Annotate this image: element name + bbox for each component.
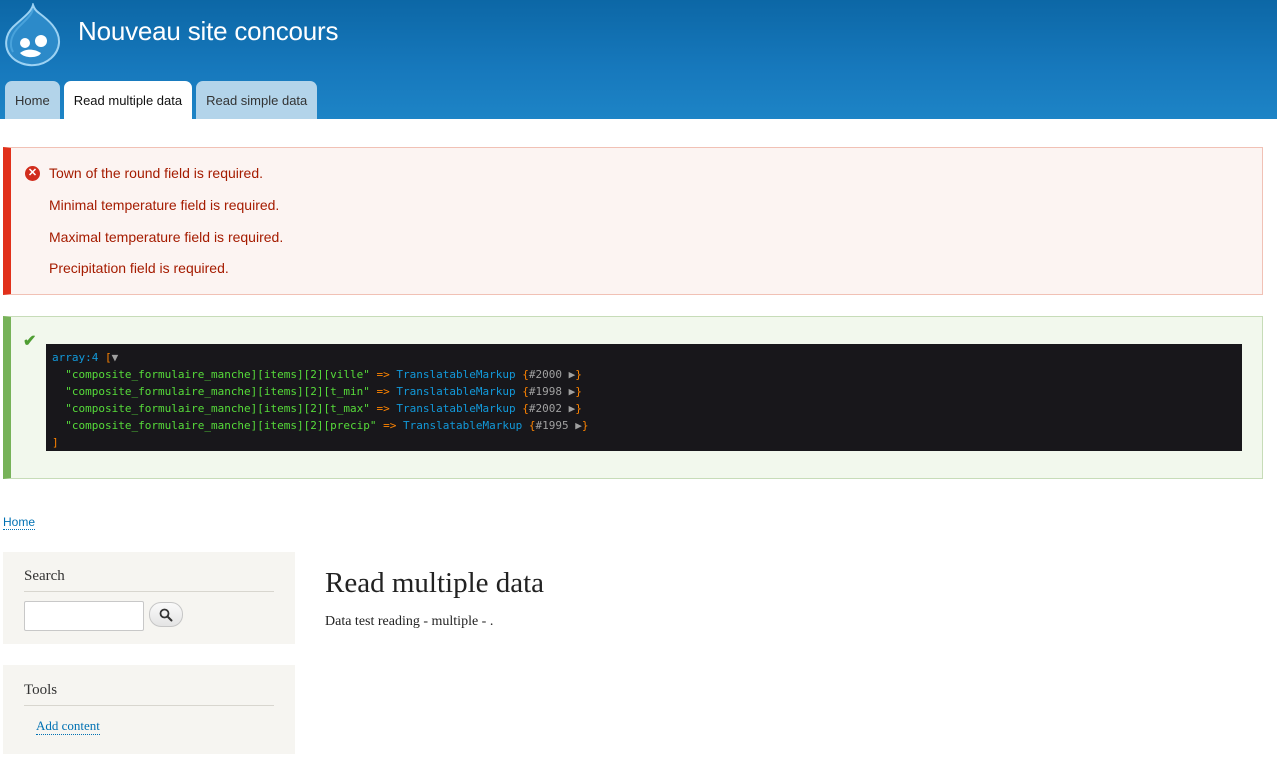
- tab-home[interactable]: Home: [5, 81, 60, 119]
- tools-block-title: Tools: [24, 682, 274, 706]
- dump-row-arrow: =>: [376, 385, 390, 398]
- error-message-item: Town of the round field is required.: [49, 165, 264, 181]
- dump-expand-icon[interactable]: ▶: [575, 419, 582, 432]
- dump-row-key: "composite_formulaire_manche][items][2][…: [65, 368, 370, 381]
- dump-type: array:4: [52, 351, 99, 364]
- error-circle-icon: ✕: [25, 166, 40, 181]
- search-block-title: Search: [24, 568, 274, 592]
- search-icon: [159, 608, 173, 621]
- site-name[interactable]: Nouveau site concours: [78, 16, 338, 47]
- dump-expand-icon[interactable]: ▶: [569, 368, 576, 381]
- dump-close-bracket: ]: [52, 436, 59, 449]
- dump-row-class: TranslatableMarkup: [396, 368, 516, 381]
- tools-block: Tools Add content: [3, 665, 295, 754]
- page-title: Read multiple data: [325, 567, 545, 599]
- checkmark-icon: ✔: [23, 333, 37, 350]
- dump-row-class: TranslatableMarkup: [396, 402, 516, 415]
- error-message-item: Precipitation field is required.: [49, 260, 229, 276]
- error-message-item: Maximal temperature field is required.: [49, 229, 284, 245]
- drupal-logo-icon[interactable]: [3, 1, 61, 67]
- dump-row-key: "composite_formulaire_manche][items][2][…: [65, 419, 377, 432]
- site-header: Nouveau site concours Home Read multiple…: [0, 0, 1277, 119]
- dump-row-key: "composite_formulaire_manche][items][2][…: [65, 385, 370, 398]
- dump-row-key: "composite_formulaire_manche][items][2][…: [65, 402, 370, 415]
- dump-row-arrow: =>: [376, 402, 390, 415]
- var-dump-output: array:4 [▼ "composite_formulaire_manche]…: [46, 344, 1242, 451]
- main-menu-tabs: Home Read multiple data Read simple data: [5, 81, 318, 119]
- page-body-text: Data test reading - multiple - .: [325, 614, 494, 629]
- breadcrumb-home-link[interactable]: Home: [3, 515, 36, 530]
- dump-row-ref: #2000: [528, 368, 562, 381]
- tab-read-multiple-data[interactable]: Read multiple data: [63, 81, 193, 119]
- search-button[interactable]: [149, 602, 183, 627]
- dump-expand-icon[interactable]: ▶: [569, 385, 576, 398]
- status-message: ✔ array:4 [▼ "composite_formulaire_manch…: [3, 316, 1263, 479]
- search-block: Search: [3, 552, 295, 644]
- tab-read-simple-data[interactable]: Read simple data: [196, 81, 318, 119]
- dump-row-arrow: =>: [383, 419, 397, 432]
- dump-row-class: TranslatableMarkup: [403, 419, 523, 432]
- dump-collapse-toggle-icon[interactable]: ▼: [112, 351, 119, 364]
- dump-row-ref: #1998: [528, 385, 562, 398]
- add-content-link[interactable]: Add content: [36, 718, 100, 735]
- dump-row-class: TranslatableMarkup: [396, 385, 516, 398]
- error-message-item: Minimal temperature field is required.: [49, 197, 280, 213]
- breadcrumb: Home: [3, 515, 36, 530]
- dump-row-ref: #2002: [528, 402, 562, 415]
- dump-row-ref: #1995: [535, 419, 569, 432]
- dump-open-bracket: [: [104, 351, 112, 364]
- error-messages: ✕ Town of the round field is required. M…: [3, 147, 1263, 295]
- search-input[interactable]: [24, 601, 144, 631]
- dump-expand-icon[interactable]: ▶: [569, 402, 576, 415]
- dump-row-arrow: =>: [376, 368, 390, 381]
